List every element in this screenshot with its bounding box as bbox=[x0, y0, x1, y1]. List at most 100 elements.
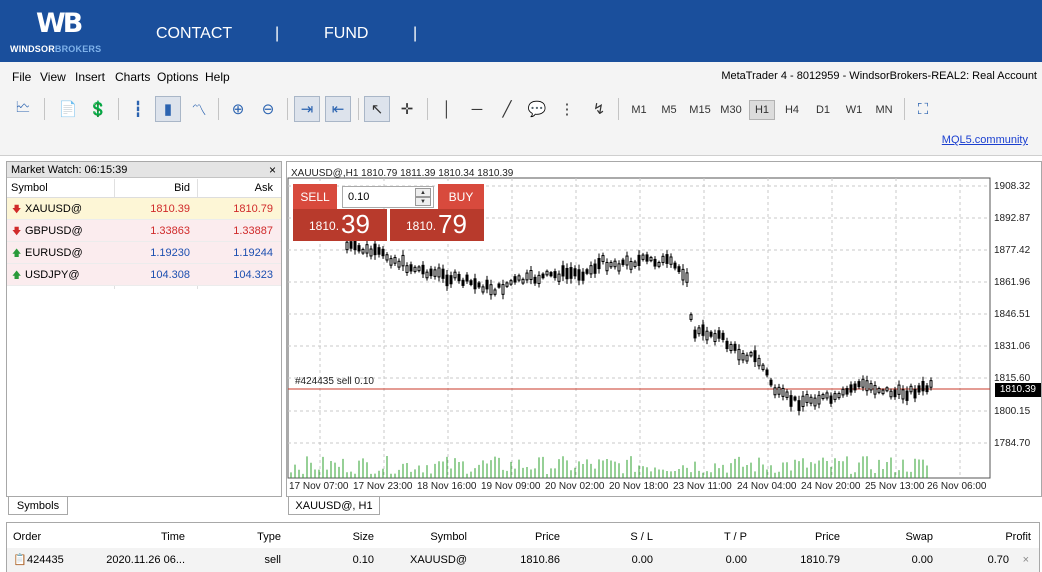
chart-window[interactable]: XAUUSD@,H1 1810.79 1811.39 1810.34 1810.… bbox=[286, 161, 1042, 497]
mql5-community-link[interactable]: MQL5.community bbox=[942, 134, 1028, 146]
timeframe-d1[interactable]: D1 bbox=[810, 100, 836, 120]
bar-chart-icon[interactable]: ┇ bbox=[125, 96, 151, 122]
candle-body bbox=[589, 265, 593, 275]
horizontal-line-icon[interactable]: ─ bbox=[464, 96, 490, 122]
col-time[interactable]: Time bbox=[161, 525, 185, 549]
candle-body bbox=[925, 385, 929, 393]
candle-body bbox=[457, 274, 461, 282]
timeframe-h4[interactable]: H4 bbox=[779, 100, 805, 120]
candle-body bbox=[717, 330, 721, 339]
cursor-icon[interactable]: ↖ bbox=[364, 96, 390, 122]
close-order-icon[interactable]: × bbox=[1023, 548, 1029, 572]
volume-input[interactable]: 0.10 ▲ ▼ bbox=[342, 186, 434, 208]
col-order[interactable]: Order bbox=[13, 525, 41, 549]
fullscreen-icon[interactable]: ⛶ bbox=[910, 96, 936, 122]
trade-terminal: Order Time Type Size Symbol Price S / L … bbox=[6, 522, 1040, 572]
elliott-icon[interactable]: ↯ bbox=[586, 96, 612, 122]
buy-quote[interactable]: 1810. 79 bbox=[390, 209, 484, 241]
vertical-line-icon[interactable]: │ bbox=[434, 96, 460, 122]
col-size[interactable]: Size bbox=[353, 525, 374, 549]
nav-contact[interactable]: CONTACT bbox=[156, 25, 232, 43]
col-ask[interactable]: Ask bbox=[255, 178, 273, 198]
candle-body bbox=[849, 384, 853, 393]
up-arrow-icon: 🡅 bbox=[12, 270, 22, 280]
windsor-brokers-logo[interactable]: WB WINDSORBROKERS bbox=[10, 8, 120, 58]
candle-body bbox=[417, 266, 421, 272]
candle-body bbox=[817, 394, 821, 405]
col-bid[interactable]: Bid bbox=[174, 178, 190, 198]
volume-down-icon[interactable]: ▼ bbox=[415, 197, 431, 206]
menu-charts[interactable]: Charts bbox=[115, 70, 150, 84]
sell-button[interactable]: SELL bbox=[293, 184, 337, 210]
market-watch-row-eurusd[interactable]: 🡅 EURUSD@ 1.19230 1.19244 bbox=[7, 242, 281, 264]
menu-file[interactable]: File bbox=[12, 70, 31, 84]
profiles-icon[interactable]: 📄 bbox=[55, 96, 81, 122]
timeframe-w1[interactable]: W1 bbox=[841, 100, 867, 120]
market-watch-row-usdjpy[interactable]: 🡅 USDJPY@ 104.308 104.323 bbox=[7, 264, 281, 286]
candle-body bbox=[361, 248, 365, 254]
col-sl[interactable]: S / L bbox=[630, 525, 653, 549]
autoscroll-icon[interactable]: ⇥ bbox=[294, 96, 320, 122]
trendline-icon[interactable]: ╱ bbox=[494, 96, 520, 122]
candlestick-chart-icon[interactable]: ▮ bbox=[155, 96, 181, 122]
tab-chart-xauusd[interactable]: XAUUSD@, H1 bbox=[288, 497, 380, 515]
candle-body bbox=[597, 258, 601, 270]
col-tp[interactable]: T / P bbox=[724, 525, 747, 549]
order-size: 0.10 bbox=[352, 554, 374, 566]
col-symbol[interactable]: Symbol bbox=[430, 525, 467, 549]
fibonacci-icon[interactable]: ⋮ bbox=[554, 96, 580, 122]
market-watch-row-gbpusd[interactable]: 🡇 GBPUSD@ 1.33863 1.33887 bbox=[7, 220, 281, 242]
menu-help[interactable]: Help bbox=[205, 70, 230, 84]
candle-body bbox=[881, 389, 885, 395]
zoom-in-icon[interactable]: ⊕ bbox=[225, 96, 251, 122]
candle-body bbox=[853, 383, 857, 391]
candle-body bbox=[517, 275, 521, 281]
new-chart-icon[interactable]: 🗠 bbox=[10, 96, 36, 122]
timeframe-m15[interactable]: M15 bbox=[686, 100, 714, 120]
volume-up-icon[interactable]: ▲ bbox=[415, 188, 431, 197]
nav-separator-2: | bbox=[413, 25, 418, 42]
candle-body bbox=[565, 267, 569, 280]
menu-view[interactable]: View bbox=[40, 70, 66, 84]
line-chart-icon[interactable]: 〽 bbox=[186, 96, 212, 122]
candle-body bbox=[617, 263, 621, 272]
zoom-out-icon[interactable]: ⊖ bbox=[255, 96, 281, 122]
timeframe-m1[interactable]: M1 bbox=[626, 100, 652, 120]
col-price-current[interactable]: Price bbox=[815, 525, 840, 549]
order-time: 2020.11.26 06... bbox=[106, 554, 185, 566]
candle-body bbox=[469, 280, 473, 285]
timeframe-mn[interactable]: MN bbox=[871, 100, 897, 120]
market-watch-row-xauusd[interactable]: 🡇 XAUUSD@ 1810.39 1810.79 bbox=[7, 198, 281, 220]
trade-row[interactable]: 📋 424435 2020.11.26 06... sell 0.10 XAUU… bbox=[7, 548, 1039, 572]
candle-body bbox=[733, 343, 737, 351]
candle-body bbox=[841, 388, 845, 396]
col-type[interactable]: Type bbox=[257, 525, 281, 549]
menu-insert[interactable]: Insert bbox=[75, 70, 105, 84]
candle-body bbox=[709, 331, 713, 337]
close-icon[interactable]: × bbox=[269, 162, 276, 178]
market-watch-icon[interactable]: 💲 bbox=[85, 96, 111, 122]
crosshair-icon[interactable]: ✛ bbox=[394, 96, 420, 122]
timeframe-m30[interactable]: M30 bbox=[717, 100, 745, 120]
chart-shift-icon[interactable]: ⇤ bbox=[325, 96, 351, 122]
buy-button[interactable]: BUY bbox=[438, 184, 484, 210]
timeframe-m5[interactable]: M5 bbox=[656, 100, 682, 120]
menu-options[interactable]: Options bbox=[157, 70, 198, 84]
col-profit[interactable]: Profit bbox=[1005, 525, 1031, 549]
col-price[interactable]: Price bbox=[535, 525, 560, 549]
candle-body bbox=[929, 380, 933, 388]
col-swap[interactable]: Swap bbox=[905, 525, 933, 549]
nav-fund[interactable]: FUND bbox=[324, 25, 368, 43]
text-label-icon[interactable]: 💬 bbox=[524, 96, 550, 122]
sell-quote[interactable]: 1810. 39 bbox=[293, 209, 387, 241]
candle-body bbox=[369, 248, 373, 257]
candle-body bbox=[869, 383, 873, 391]
candle-body bbox=[813, 397, 817, 407]
candle-body bbox=[485, 279, 489, 290]
col-symbol[interactable]: Symbol bbox=[11, 178, 48, 198]
candle-body bbox=[501, 284, 505, 295]
candle-body bbox=[905, 390, 909, 401]
timeframe-h1[interactable]: H1 bbox=[749, 100, 775, 120]
toolbar-separator bbox=[358, 98, 359, 120]
tab-symbols[interactable]: Symbols bbox=[8, 497, 68, 515]
